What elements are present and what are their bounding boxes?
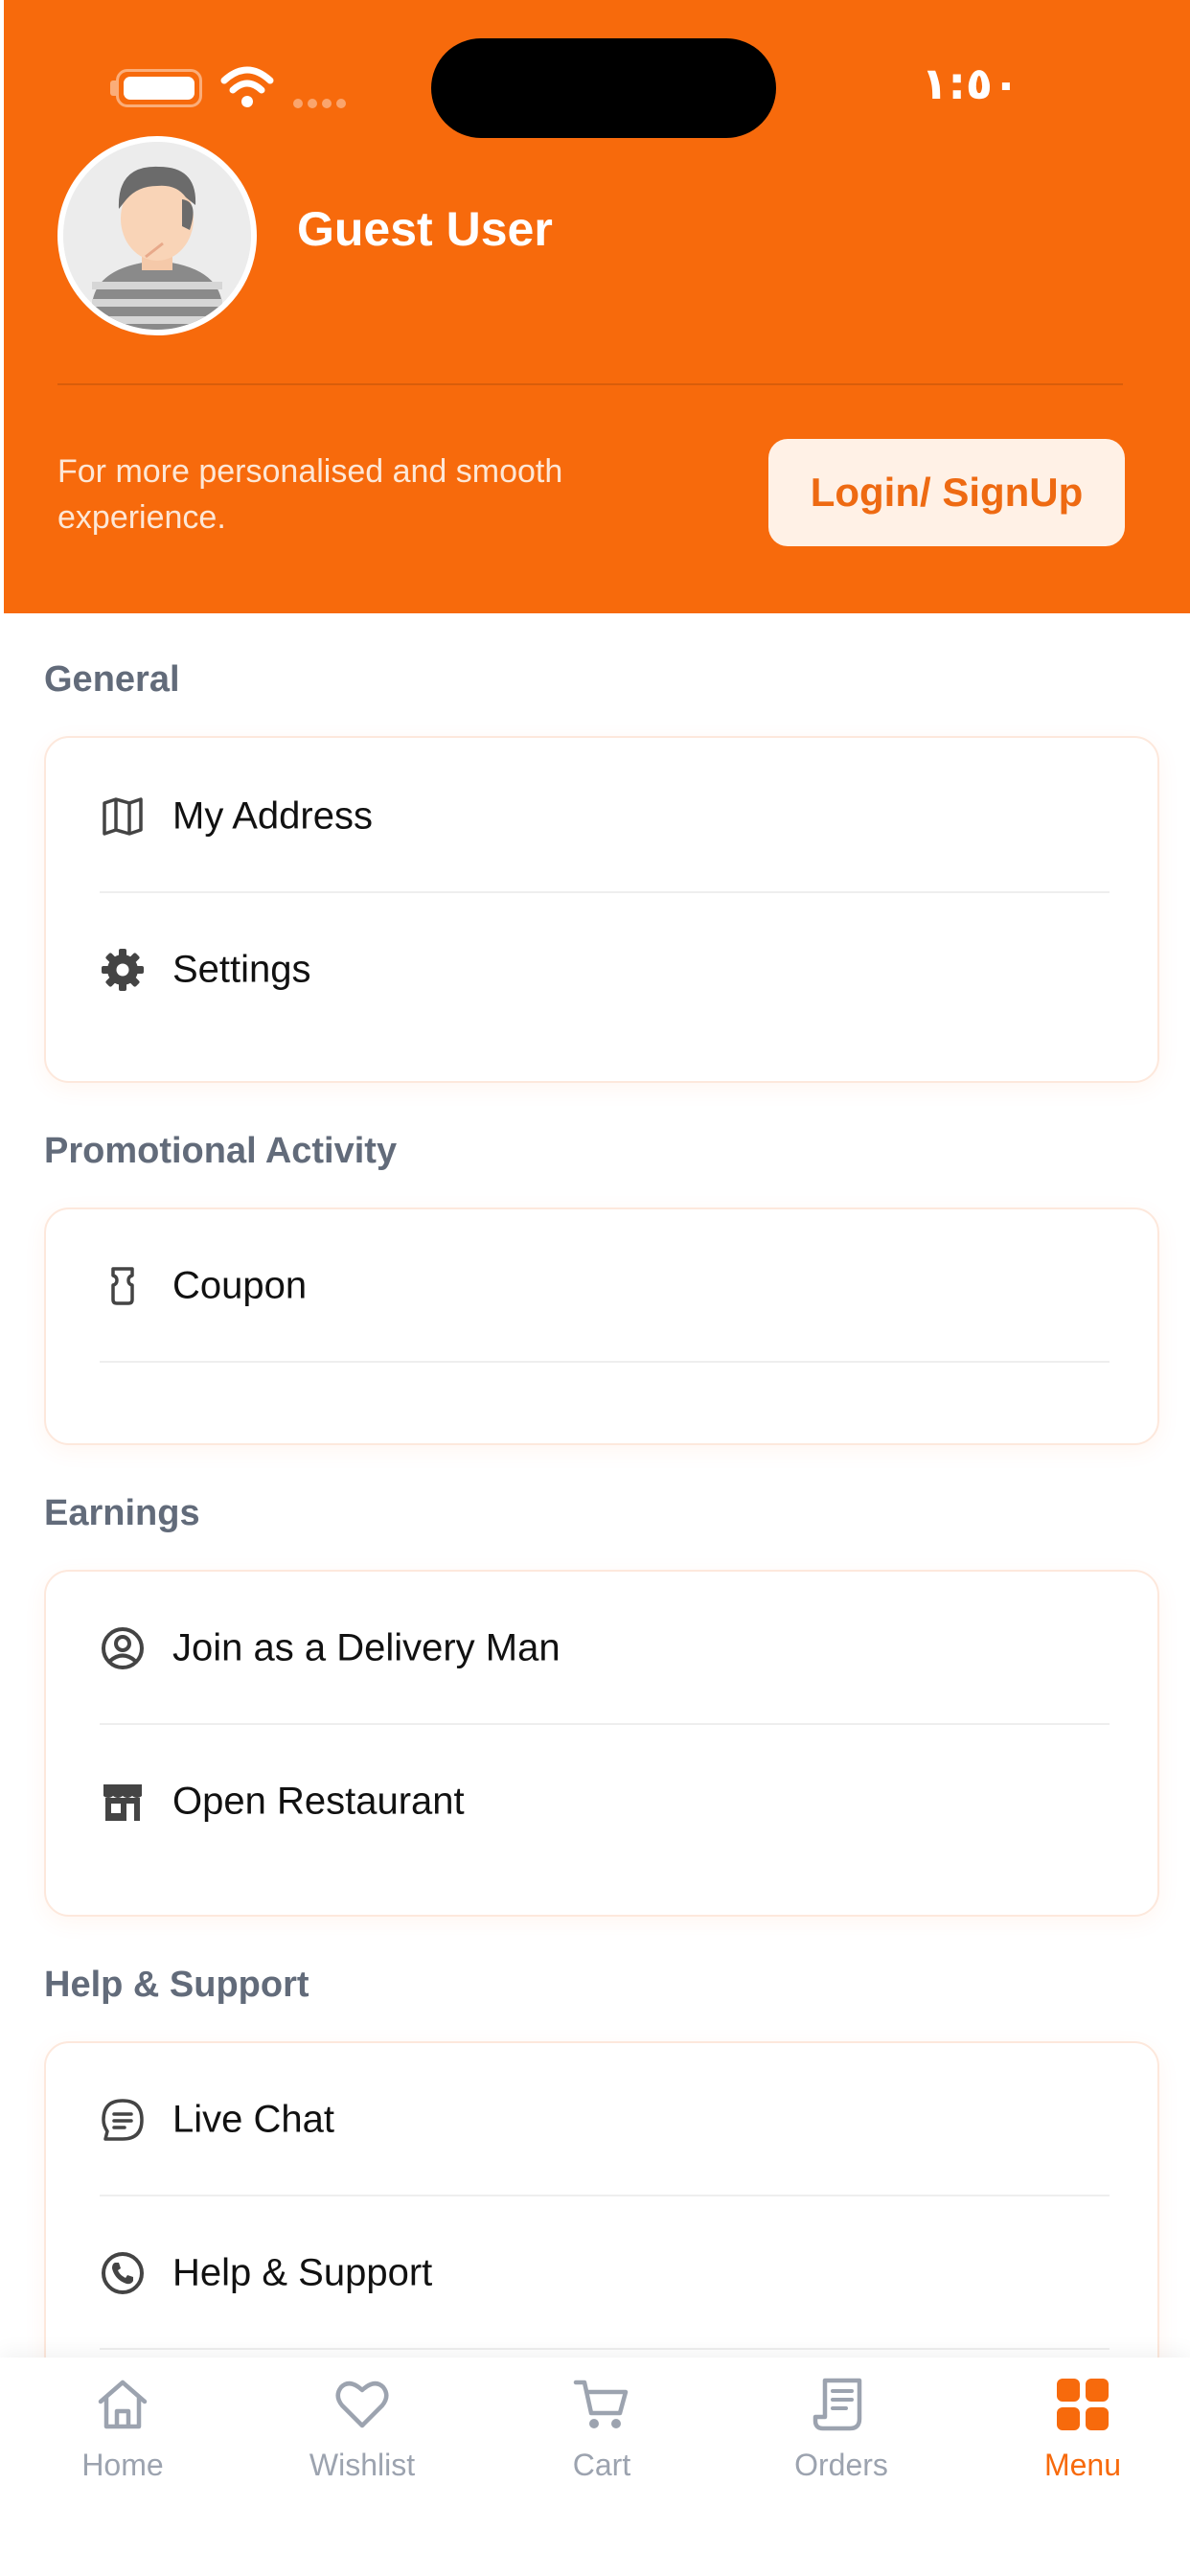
promotional-card: Coupon bbox=[44, 1208, 1159, 1445]
menu-item-label: Help & Support bbox=[172, 2251, 433, 2294]
map-icon bbox=[103, 797, 143, 836]
menu-item-live-chat[interactable]: Live Chat bbox=[100, 2043, 1110, 2196]
home-icon bbox=[98, 2380, 148, 2429]
menu-item-label: Join as a Delivery Man bbox=[172, 1626, 561, 1669]
earnings-card: Join as a Delivery Man Open Restaurant bbox=[44, 1570, 1159, 1917]
signal-icon bbox=[293, 96, 360, 108]
status-bar: ١:٥٠ bbox=[4, 0, 1190, 144]
gear-icon bbox=[102, 949, 144, 991]
menu-item-coupon[interactable]: Coupon bbox=[100, 1209, 1110, 1363]
bottom-navigation: Home Wishlist Cart Orders Menu bbox=[0, 2358, 1190, 2576]
section-title-promotional: Promotional Activity bbox=[44, 1131, 398, 1171]
nav-label: Wishlist bbox=[309, 2448, 416, 2482]
nav-label: Home bbox=[81, 2448, 164, 2482]
grid-icon bbox=[1057, 2379, 1109, 2430]
section-title-general: General bbox=[44, 659, 180, 700]
menu-item-join-delivery-man[interactable]: Join as a Delivery Man bbox=[100, 1572, 1110, 1725]
login-signup-button[interactable]: Login/ SignUp bbox=[768, 439, 1125, 546]
menu-item-my-address[interactable]: My Address bbox=[100, 740, 1110, 893]
phone-icon bbox=[102, 2252, 144, 2294]
status-time: ١:٥٠ bbox=[921, 58, 1019, 109]
nav-label: Cart bbox=[572, 2448, 631, 2482]
nav-cart[interactable]: Cart bbox=[506, 2375, 698, 2518]
menu-item-settings[interactable]: Settings bbox=[100, 893, 1110, 1046]
menu-item-label: Settings bbox=[172, 948, 311, 991]
nav-home[interactable]: Home bbox=[27, 2375, 218, 2518]
section-title-earnings: Earnings bbox=[44, 1493, 200, 1533]
avatar[interactable] bbox=[57, 136, 257, 335]
guest-avatar-icon bbox=[63, 142, 251, 330]
menu-item-help-support[interactable]: Help & Support bbox=[100, 2196, 1110, 2350]
menu-item-label: Coupon bbox=[172, 1264, 308, 1307]
menu-item-label: Open Restaurant bbox=[172, 1780, 465, 1823]
header-divider bbox=[57, 383, 1123, 385]
nav-orders[interactable]: Orders bbox=[745, 2375, 937, 2518]
general-card: My Address Settings bbox=[44, 736, 1159, 1083]
row-divider bbox=[100, 1361, 1110, 1363]
wifi-icon bbox=[220, 66, 274, 107]
menu-item-label: Live Chat bbox=[172, 2098, 334, 2141]
heart-icon bbox=[335, 2380, 389, 2428]
row-divider bbox=[100, 2348, 1110, 2350]
chat-icon bbox=[102, 2099, 144, 2141]
nav-label: Orders bbox=[794, 2448, 888, 2482]
dynamic-island bbox=[431, 38, 776, 138]
section-title-help-support: Help & Support bbox=[44, 1965, 309, 2005]
menu-item-label: My Address bbox=[172, 794, 373, 838]
cart-icon bbox=[573, 2380, 629, 2428]
nav-menu[interactable]: Menu bbox=[987, 2375, 1179, 2518]
receipt-icon bbox=[812, 2378, 862, 2431]
battery-icon bbox=[116, 69, 202, 107]
store-icon bbox=[103, 1784, 142, 1821]
coupon-icon bbox=[111, 1267, 134, 1305]
nav-wishlist[interactable]: Wishlist bbox=[266, 2375, 458, 2518]
promo-text: For more personalised and smooth experie… bbox=[57, 453, 563, 536]
menu-item-open-restaurant[interactable]: Open Restaurant bbox=[100, 1725, 1110, 1878]
profile-header: ١:٥٠ Guest User For more personalised an… bbox=[4, 0, 1190, 613]
user-name: Guest User bbox=[297, 202, 553, 256]
user-circle-icon bbox=[102, 1627, 144, 1669]
nav-label: Menu bbox=[1043, 2448, 1122, 2482]
